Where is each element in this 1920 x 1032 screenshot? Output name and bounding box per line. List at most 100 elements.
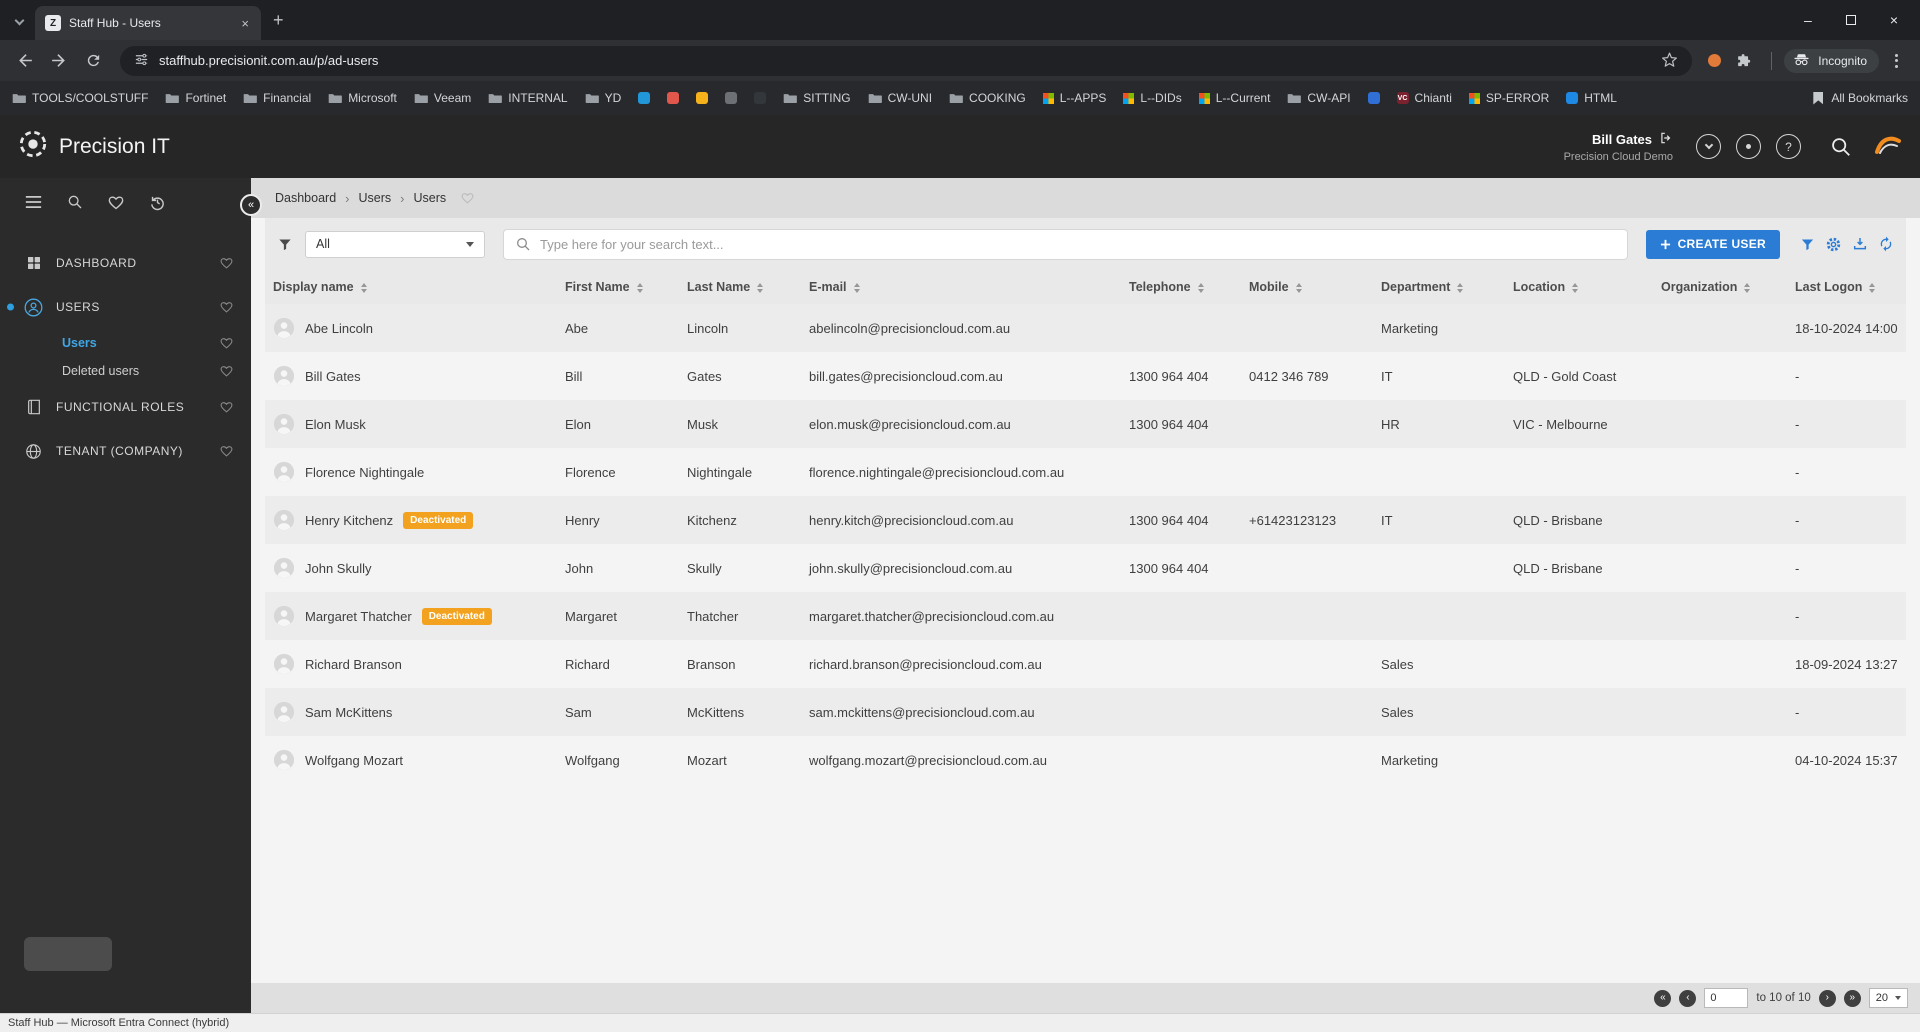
bookmark-item[interactable] [1367, 92, 1380, 104]
sidebar-item-functional-roles[interactable]: FUNCTIONAL ROLES [0, 385, 251, 429]
bookmark-item[interactable]: HTML [1566, 91, 1617, 105]
favorite-heart-icon[interactable] [220, 337, 233, 349]
table-row[interactable]: Bill Gates Bill Gates bill.gates@precisionc… [265, 352, 1906, 400]
column-header-telephone[interactable]: Telephone [1121, 270, 1241, 304]
bookmark-item[interactable]: VC Chianti [1396, 91, 1452, 105]
bookmark-item[interactable]: CW-API [1287, 91, 1351, 105]
table-row[interactable]: John Skully John Skully john.skully@precisi… [265, 544, 1906, 592]
filter-funnel-icon[interactable] [277, 237, 293, 252]
reload-icon[interactable] [78, 46, 108, 76]
column-header-e-mail[interactable]: E-mail [801, 270, 1121, 304]
browser-tab[interactable]: Z Staff Hub - Users × [35, 6, 261, 40]
header-search-icon[interactable] [1830, 136, 1851, 157]
sidebar-item-dashboard[interactable]: DASHBOARD [0, 241, 251, 285]
table-row[interactable]: Abe Lincoln Abe Lincoln abelincoln@precisio… [265, 304, 1906, 352]
search-input[interactable] [540, 236, 1616, 252]
bookmark-item[interactable]: COOKING [949, 91, 1026, 105]
bookmark-item[interactable] [638, 92, 651, 104]
filter-icon[interactable] [1800, 237, 1815, 252]
table-row[interactable]: Margaret Thatcher Deactivated Margaret That… [265, 592, 1906, 640]
create-user-button[interactable]: CREATE USER [1645, 229, 1780, 259]
bookmark-item[interactable]: YD [585, 91, 621, 105]
sidebar-collapse-button[interactable]: « [240, 194, 262, 216]
sidebar-search-icon[interactable] [67, 194, 83, 210]
address-bar[interactable]: staffhub.precisionit.com.au/p/ad-users [120, 45, 1693, 76]
history-icon[interactable] [149, 194, 166, 211]
table-row[interactable]: Florence Nightingale Florence Nightingale f… [265, 448, 1906, 496]
column-header-department[interactable]: Department [1373, 270, 1505, 304]
column-header-location[interactable]: Location [1505, 270, 1653, 304]
bookmark-item[interactable]: Veeam [414, 91, 471, 105]
favorite-heart-icon[interactable] [220, 445, 233, 457]
page-number-input[interactable] [1704, 988, 1749, 1008]
extensions-puzzle-icon[interactable] [1729, 46, 1759, 76]
pinned-extension-icon[interactable] [1708, 54, 1722, 67]
chevron-down-circle-icon[interactable] [1696, 134, 1721, 159]
browser-menu-icon[interactable] [1883, 53, 1910, 68]
bookmark-item[interactable]: SP-ERROR [1468, 91, 1549, 105]
breadcrumb-item[interactable]: Dashboard [275, 191, 336, 205]
table-row[interactable]: Wolfgang Mozart Wolfgang Mozart wolfgang.mo… [265, 736, 1906, 784]
download-icon[interactable] [1852, 236, 1868, 252]
all-bookmarks-button[interactable]: All Bookmarks [1813, 91, 1908, 105]
logout-icon[interactable] [1659, 131, 1673, 148]
previous-page-icon[interactable]: ‹ [1679, 989, 1697, 1007]
tab-search-icon[interactable] [14, 11, 25, 29]
window-close-button[interactable]: × [1890, 12, 1898, 28]
sidebar-subitem-users[interactable]: Users [0, 329, 251, 357]
breadcrumb-item[interactable]: Users [414, 191, 447, 205]
minimize-button[interactable]: – [1804, 12, 1812, 28]
column-header-organization[interactable]: Organization [1653, 270, 1787, 304]
bookmark-item[interactable]: TOOLS/COOLSTUFF [12, 91, 148, 105]
maximize-button[interactable] [1845, 15, 1856, 25]
refresh-icon[interactable] [1878, 236, 1894, 252]
page-size-select[interactable]: 20 [1868, 988, 1908, 1008]
help-circle-icon[interactable]: ? [1776, 134, 1801, 159]
back-icon[interactable] [10, 46, 40, 76]
table-row[interactable]: Sam McKittens Sam McKittens sam.mckittens@p… [265, 688, 1906, 736]
bookmark-item[interactable]: INTERNAL [488, 91, 568, 105]
favorite-heart-icon[interactable] [220, 301, 233, 313]
status-circle-icon[interactable] [1736, 134, 1761, 159]
bookmark-item[interactable] [754, 92, 767, 104]
table-row[interactable]: Elon Musk Elon Musk elon.musk@precisionclou… [265, 400, 1906, 448]
sidebar-subitem-deleted-users[interactable]: Deleted users [0, 357, 251, 385]
favorite-heart-icon[interactable] [220, 257, 233, 269]
bookmark-item[interactable]: Financial [243, 91, 311, 105]
bookmark-item[interactable] [667, 92, 680, 104]
bookmark-item[interactable]: L--APPS [1042, 91, 1106, 105]
forward-icon[interactable] [44, 46, 74, 76]
column-header-first-name[interactable]: First Name [557, 270, 679, 304]
hamburger-menu-icon[interactable] [25, 195, 42, 209]
column-header-mobile[interactable]: Mobile [1241, 270, 1373, 304]
new-tab-button[interactable]: + [273, 10, 284, 31]
table-row[interactable]: Henry Kitchenz Deactivated Henry Kitchenz he… [265, 496, 1906, 544]
breadcrumb-item[interactable]: Users [359, 191, 392, 205]
sidebar-item-tenant[interactable]: TENANT (COMPANY) [0, 429, 251, 473]
settings-gear-icon[interactable] [1825, 236, 1842, 253]
bookmark-item[interactable]: L--DIDs [1123, 91, 1182, 105]
table-row[interactable]: Richard Branson Richard Branson richard.bra… [265, 640, 1906, 688]
app-logo[interactable]: Precision IT [18, 129, 170, 165]
url-text[interactable]: staffhub.precisionit.com.au/p/ad-users [159, 53, 1651, 68]
page-favorite-heart-icon[interactable] [461, 192, 474, 204]
first-page-icon[interactable]: « [1654, 989, 1672, 1007]
site-info-icon[interactable] [134, 52, 149, 70]
tab-close-icon[interactable]: × [239, 16, 251, 31]
bookmark-item[interactable] [725, 92, 738, 104]
bookmark-item[interactable] [696, 92, 709, 104]
bookmark-item[interactable]: SITTING [783, 91, 851, 105]
filter-select[interactable]: All [305, 230, 485, 258]
column-header-last-logon[interactable]: Last Logon [1787, 270, 1906, 304]
last-page-icon[interactable]: » [1843, 989, 1861, 1007]
column-header-display-name[interactable]: Display name [265, 270, 557, 304]
bookmark-item[interactable]: Fortinet [165, 91, 226, 105]
column-header-last-name[interactable]: Last Name [679, 270, 801, 304]
next-page-icon[interactable]: › [1818, 989, 1836, 1007]
sidebar-item-users[interactable]: USERS [0, 285, 251, 329]
bookmark-item[interactable]: Microsoft [328, 91, 397, 105]
favorite-heart-icon[interactable] [220, 365, 233, 377]
favorites-heart-icon[interactable] [108, 195, 124, 210]
bookmark-star-icon[interactable] [1661, 51, 1678, 71]
bookmark-item[interactable]: L--Current [1198, 91, 1270, 105]
